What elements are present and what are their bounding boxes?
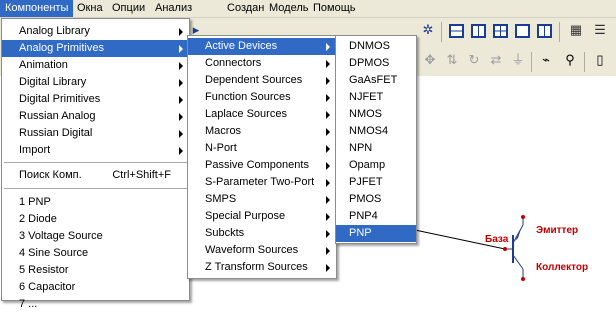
menu-item-russian-digital[interactable]: Russian Digital [2,125,189,142]
menu-create[interactable]: Создан [222,0,269,17]
menu-item-analog-library[interactable]: Analog Library [2,23,189,40]
recent-item-4[interactable]: 4 Sine Source [2,245,189,262]
menu-item-active-devices[interactable]: Active Devices [188,38,336,55]
menu-item-passive-components[interactable]: Passive Components [188,157,336,174]
toolbar-node-icon[interactable]: ✲ [418,20,438,40]
menu-item-macros[interactable]: Macros [188,123,336,140]
menu-components[interactable]: Компоненты [0,0,74,17]
find-icon[interactable]: ⚲ [560,50,580,70]
menu-item-import[interactable]: Import [2,142,189,159]
menu-item-dependent-sources[interactable]: Dependent Sources [188,72,336,89]
menu-options[interactable]: Опции [107,0,150,17]
recent-item-5[interactable]: 5 Resistor [2,262,189,279]
menu-item-nmos4[interactable]: NMOS4 [336,123,416,140]
components-menu: Analog Library Analog Primitives Animati… [1,18,190,310]
list-icon[interactable]: ☰ [590,20,610,40]
menu-divider [4,188,187,189]
menu-item-function-sources[interactable]: Function Sources [188,89,336,106]
tile-split-icon[interactable] [534,20,554,40]
menu-item-analog-primitives[interactable]: Analog Primitives [2,40,189,57]
menu-item-waveform-sources[interactable]: Waveform Sources [188,242,336,259]
menu-item-subckts[interactable]: Subckts [188,225,336,242]
move-icon[interactable]: ✥ [420,50,440,70]
menu-item-connectors[interactable]: Connectors [188,55,336,72]
tile-window-icon[interactable] [512,20,532,40]
mirror-icon[interactable]: ⇄ [486,50,506,70]
collector-label: Коллектор [536,262,589,273]
menu-item-n-port[interactable]: N-Port [188,140,336,157]
menu-item-animation[interactable]: Animation [2,57,189,74]
menu-item-njfet[interactable]: NJFET [336,89,416,106]
tile-vertical-icon[interactable] [468,20,488,40]
tile-horizontal-icon[interactable] [446,20,466,40]
menu-item-digital-primitives[interactable]: Digital Primitives [2,91,189,108]
menu-item-dpmos[interactable]: DPMOS [336,55,416,72]
menu-analysis[interactable]: Анализ [150,0,197,17]
menu-item-dnmos[interactable]: DNMOS [336,38,416,55]
ground-icon[interactable]: ⏚ [508,50,528,70]
menu-item-pmos[interactable]: PMOS [336,191,416,208]
menu-item-smps[interactable]: SMPS [188,191,336,208]
menu-item-russian-analog[interactable]: Russian Analog [2,108,189,125]
menu-item-s-parameter-two-port[interactable]: S-Parameter Two-Port [188,174,336,191]
menu-item-z-transform-sources[interactable]: Z Transform Sources [188,259,336,276]
menu-windows[interactable]: Окна [72,0,108,17]
calculator-icon[interactable]: ▦ [566,20,586,40]
menu-item-find-component[interactable]: Поиск Комп. Ctrl+Shift+F [2,167,189,184]
menu-bar: Компоненты Окна Опции Анализ Создан Моде… [0,0,616,18]
menu-item-pnp4[interactable]: PNP4 [336,208,416,225]
menu-item-opamp[interactable]: Opamp [336,157,416,174]
base-label: База [485,234,509,245]
active-devices-menu: DNMOS DPMOS GaAsFET NJFET NMOS NMOS4 NPN… [335,35,417,244]
menu-item-gaasfet[interactable]: GaAsFET [336,72,416,89]
menu-help[interactable]: Помощь [308,0,361,17]
menu-item-special-purpose[interactable]: Special Purpose [188,208,336,225]
menu-item-nmos[interactable]: NMOS [336,106,416,123]
menu-item-digital-library[interactable]: Digital Library [2,74,189,91]
flip-icon[interactable]: ⇅ [442,50,462,70]
menu-item-laplace-sources[interactable]: Laplace Sources [188,106,336,123]
menu-divider [4,162,187,163]
recent-item-3[interactable]: 3 Voltage Source [2,228,189,245]
recent-item-6[interactable]: 6 Capacitor [2,279,189,296]
probe-icon[interactable]: ⌁ [536,50,556,70]
menu-model[interactable]: Модель [264,0,313,17]
analog-primitives-menu: Active Devices Connectors Dependent Sour… [187,35,337,279]
page-icon[interactable]: ▯ [590,50,610,70]
tile-quad-icon[interactable] [490,20,510,40]
pnp-transistor-symbol [414,215,525,281]
menu-item-pjfet[interactable]: PJFET [336,174,416,191]
emitter-label: Эмиттер [536,225,579,236]
recent-item-2[interactable]: 2 Diode [2,211,189,228]
menu-item-pnp[interactable]: PNP [336,225,416,242]
recent-item-1[interactable]: 1 PNP [2,194,189,211]
menu-item-npn[interactable]: NPN [336,140,416,157]
rotate-icon[interactable]: ↻ [464,50,484,70]
